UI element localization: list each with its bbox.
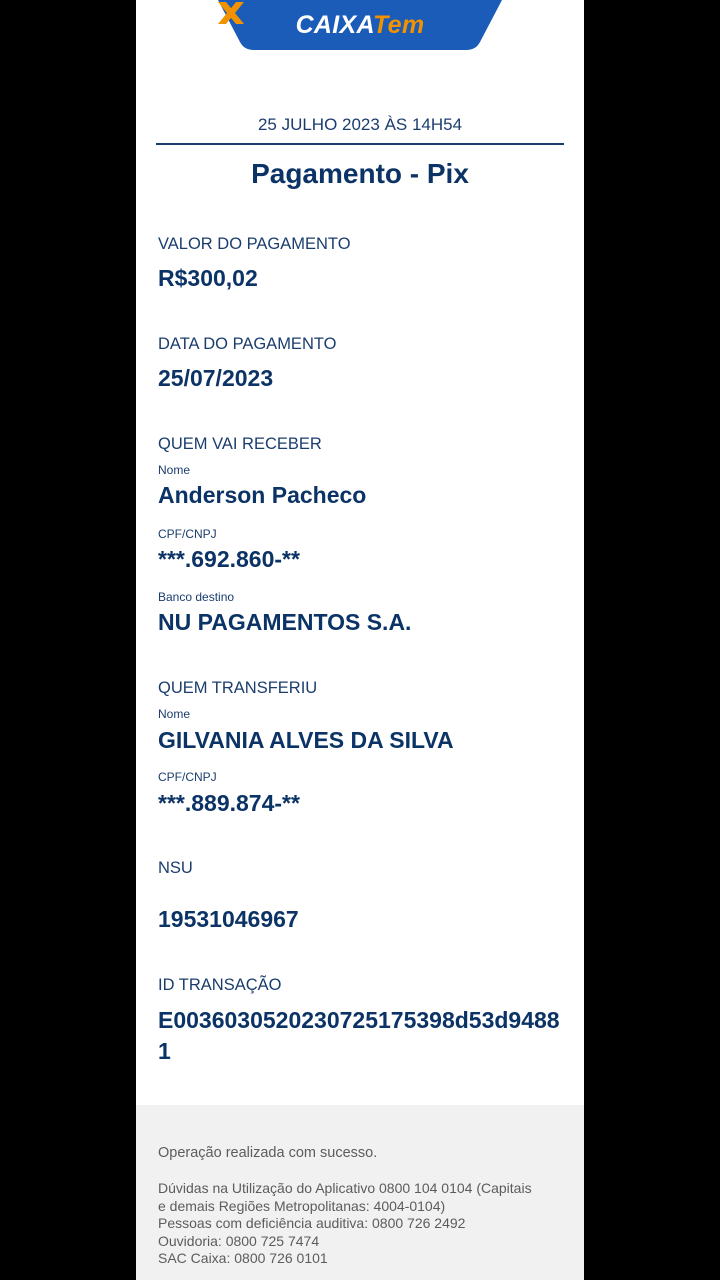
amount-value: R$300,02	[158, 265, 258, 291]
brand-logo-text: CAIXATem	[296, 11, 425, 40]
receiver-doc-value: ***.692.860-**	[158, 546, 300, 572]
page-title: Pagamento - Pix	[251, 158, 469, 189]
sender-name-label: Nome	[158, 707, 191, 721]
receiver-bank-label: Banco destino	[158, 590, 235, 604]
receipt-footer: Operação realizada com sucesso. Dúvidas …	[136, 1105, 584, 1280]
receiver-name-value: Anderson Pacheco	[158, 482, 367, 508]
brand-header: CAIXATem	[218, 0, 502, 50]
date-value: 25/07/2023	[158, 365, 274, 391]
sender-doc-value: ***.889.874-**	[158, 790, 300, 816]
success-message: Operação realizada com sucesso.	[158, 1145, 378, 1161]
receiver-section-label: QUEM VAI RECEBER	[158, 435, 322, 453]
header-divider	[156, 143, 564, 145]
nsu-value: 19531046967	[158, 906, 299, 932]
amount-label: VALOR DO PAGAMENTO	[158, 235, 351, 253]
brand-name-main: CAIXA	[295, 10, 374, 39]
sender-doc-label: CPF/CNPJ	[158, 770, 217, 784]
nsu-label: NSU	[158, 859, 193, 877]
support-line: SAC Caixa: 0800 726 0101	[158, 1250, 328, 1266]
support-line: Ouvidoria: 0800 725 7474	[158, 1232, 320, 1249]
receipt-screen: CAIXATem 25 JULHO 2023 ÀS 14H54 Pagament…	[136, 0, 584, 1280]
support-line: e demais Regiões Metropolitanas: 4004-01…	[158, 1197, 446, 1214]
receiver-name-label: Nome	[158, 463, 191, 477]
receiver-bank-value: NU PAGAMENTOS S.A.	[158, 609, 412, 635]
date-label: DATA DO PAGAMENTO	[158, 335, 337, 353]
support-line: Dúvidas na Utilização do Aplicativo 0800…	[158, 1180, 532, 1196]
brand-name-accent: Tem	[373, 10, 425, 39]
transaction-id-value: E00360305202307251753​98d53d94881	[158, 1007, 560, 1064]
caixa-x-logo-icon	[218, 2, 244, 24]
support-contacts: Dúvidas na Utilização do Aplicativo 0800…	[158, 1180, 568, 1268]
sender-name-value: GILVANIA ALVES DA SILVA	[158, 727, 454, 753]
sender-section-label: QUEM TRANSFERIU	[158, 679, 318, 697]
support-line: Pessoas com deficiência auditiva: 0800 7…	[158, 1215, 466, 1231]
transaction-id-label: ID TRANSAÇÃO	[158, 976, 282, 994]
receiver-doc-label: CPF/CNPJ	[158, 527, 217, 541]
receipt-datetime: 25 JULHO 2023 ÀS 14H54	[257, 115, 463, 134]
